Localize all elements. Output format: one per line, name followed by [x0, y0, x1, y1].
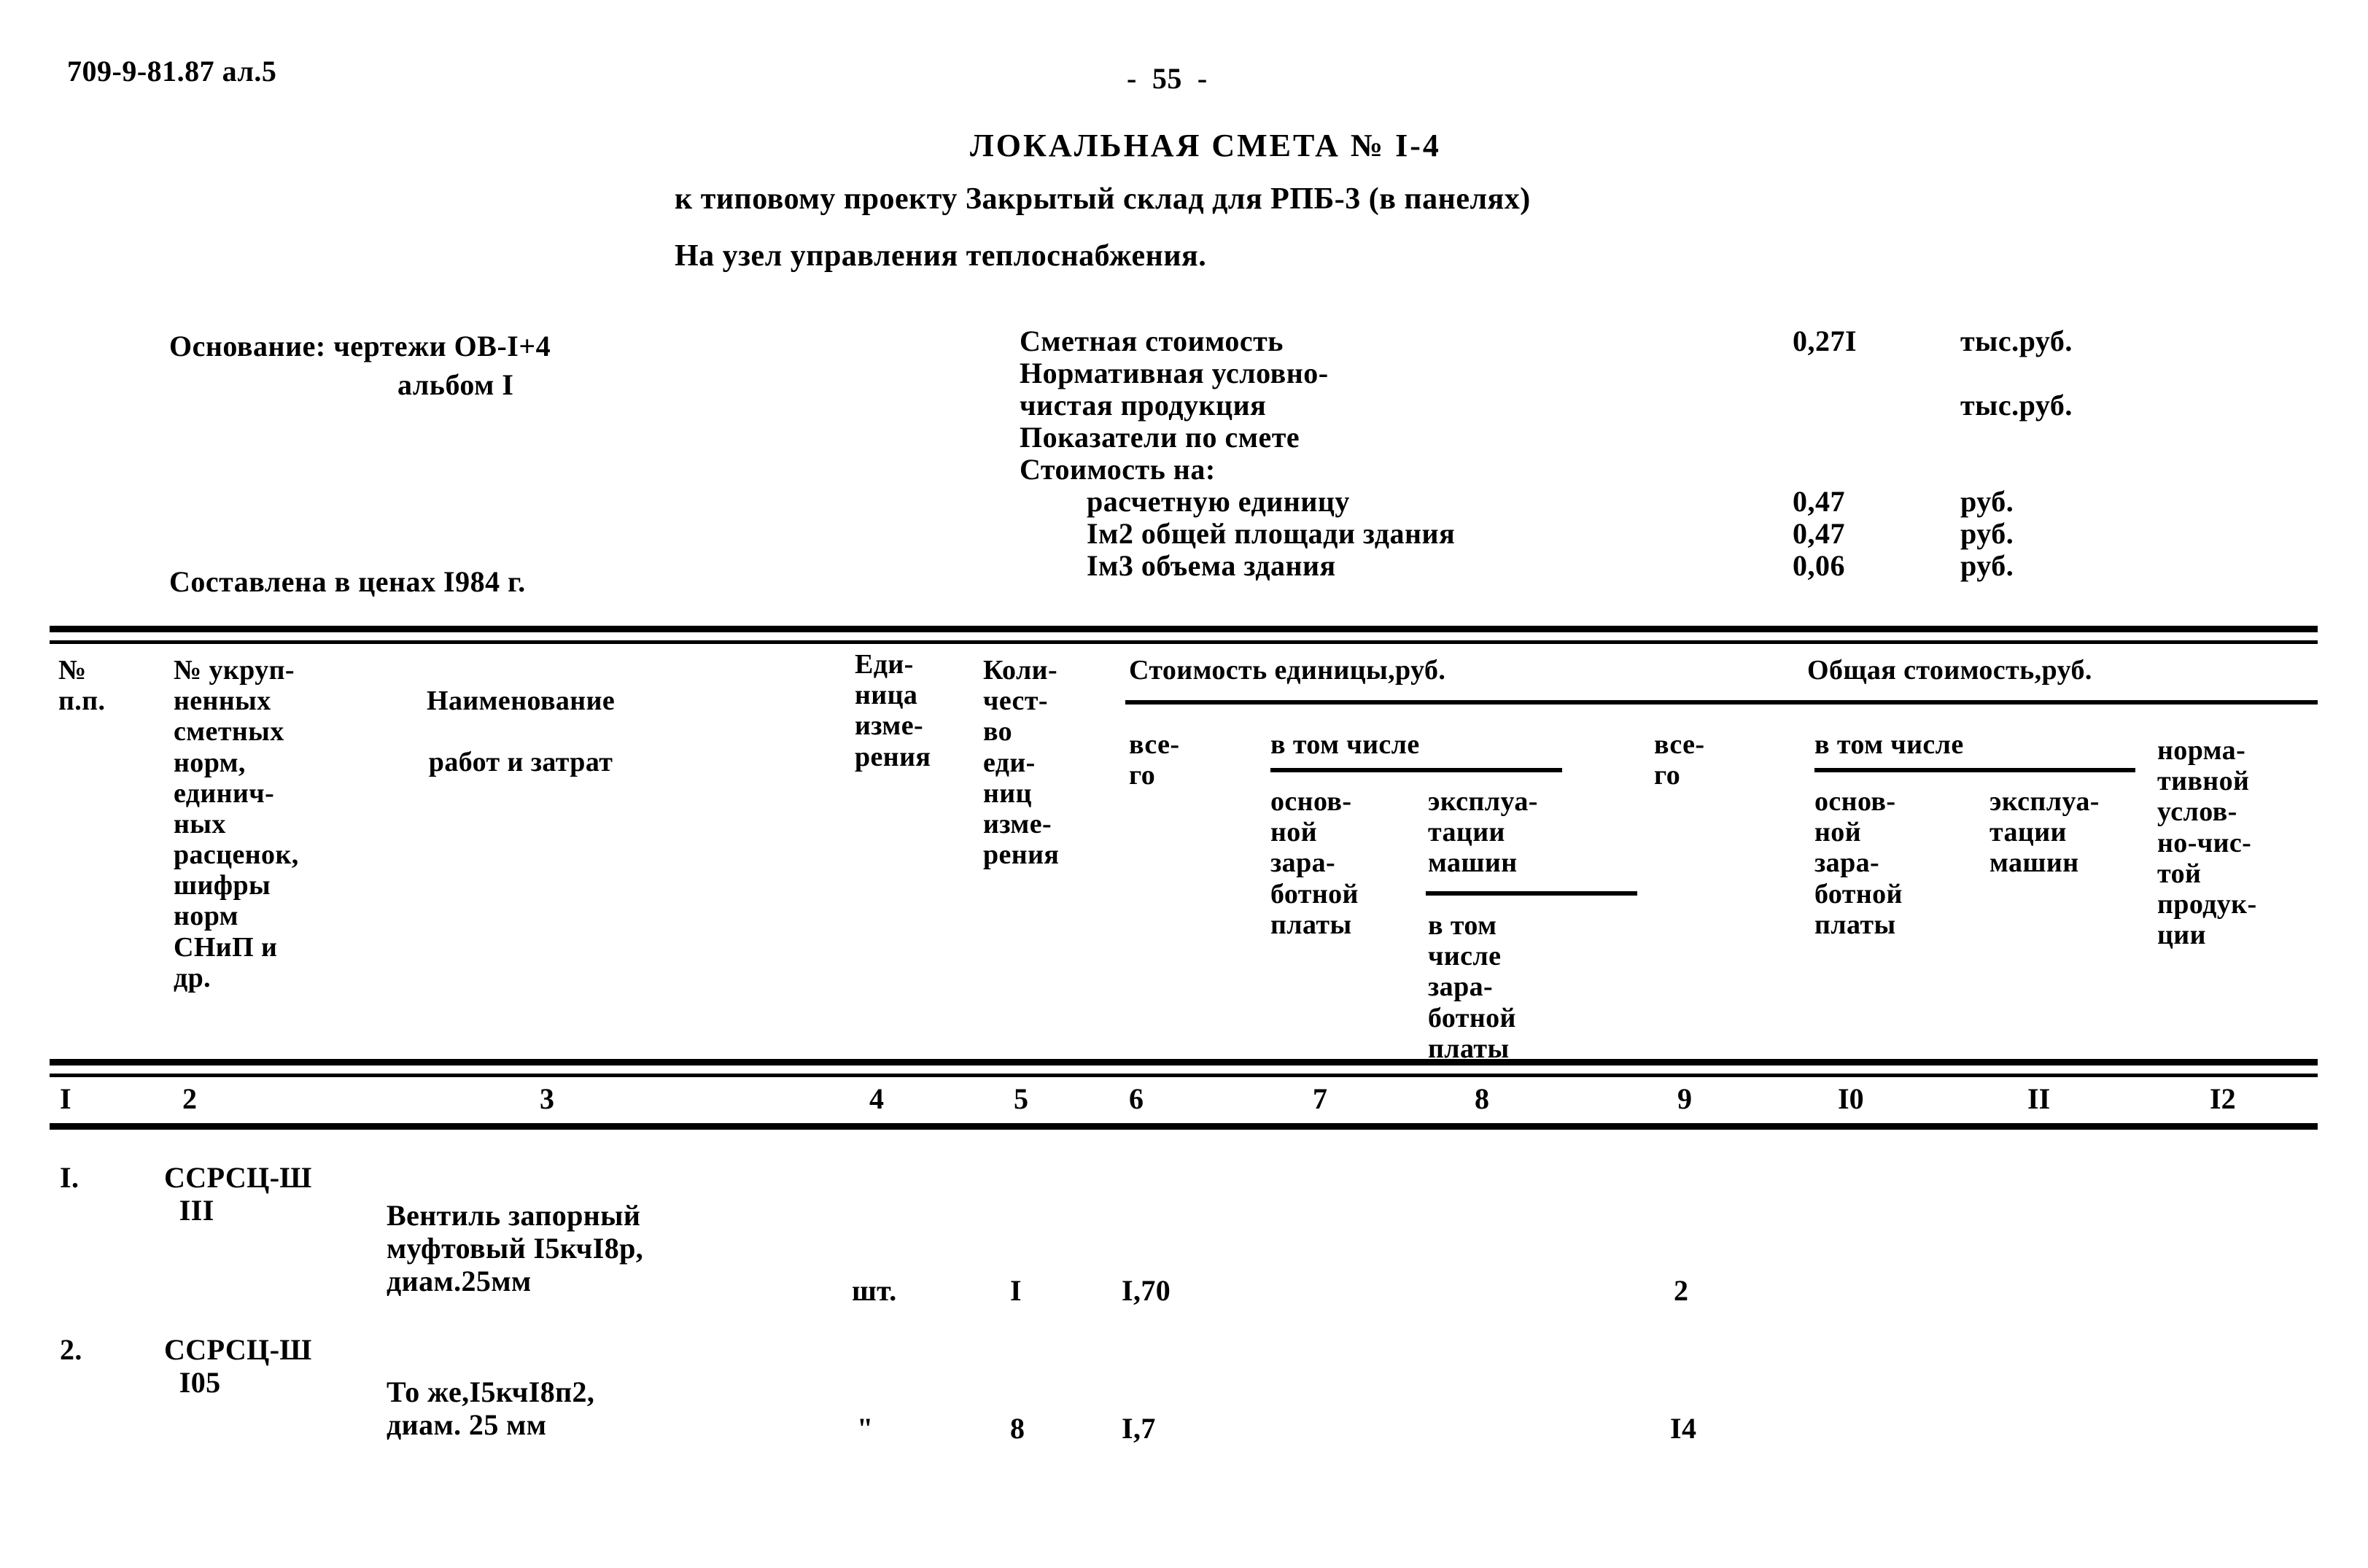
- table-header-bottom-rule: [50, 1059, 2318, 1066]
- summary-value: 0,27I: [1793, 325, 1857, 357]
- header-sub-included-2: в том числе: [1814, 729, 1964, 760]
- table-cell-unit-total: I,7: [1122, 1412, 1156, 1445]
- header-col-3: Наименование работ и затрат: [427, 686, 616, 778]
- table-top-rule-second: [50, 640, 2318, 644]
- header-col-5: Коли- чест- во еди- ниц изме- рения: [983, 655, 1060, 871]
- basis-label: Основание: чертежи ОВ-I+4: [169, 330, 551, 362]
- summary-row: Стоимость на:: [1020, 453, 2332, 487]
- table-cell-no: 2.: [60, 1333, 82, 1366]
- summary-label: Сметная стоимость: [1020, 325, 1284, 357]
- summary-value: 0,47: [1793, 517, 1845, 550]
- summary-block: Сметная стоимость 0,27I тыс.руб. Нормативна…: [1020, 325, 2332, 583]
- header-group-unit-cost: Стоимость единицы,руб.: [1129, 655, 1446, 686]
- column-number: 7: [1313, 1082, 1327, 1115]
- table-cell-quantity: 8: [1010, 1412, 1025, 1445]
- header-col-8-sub: в том числе зара- ботной платы: [1428, 910, 1516, 1064]
- summary-row: чистая продукция тыс.руб.: [1020, 389, 2332, 423]
- table-cell-total: 2: [1674, 1274, 1689, 1307]
- column-number: 2: [182, 1082, 197, 1115]
- basis-album: альбом I: [397, 368, 514, 401]
- header-sub-included-1-underline: [1270, 768, 1562, 772]
- subtitle-project: к типовому проекту Закрытый склад для РП…: [675, 182, 1531, 216]
- document-code: 709-9-81.87 ал.5: [67, 55, 277, 88]
- table-header-bottom-rule-second: [50, 1074, 2318, 1077]
- summary-label: Iм3 объема здания: [1087, 549, 1336, 582]
- summary-value: 0,47: [1793, 485, 1845, 518]
- table-cell-unit: ": [857, 1412, 874, 1445]
- header-group-total-cost: Общая стоимость,руб.: [1807, 655, 2092, 686]
- header-col-6: все- го: [1129, 729, 1180, 791]
- column-number: 6: [1129, 1082, 1144, 1115]
- column-numbers-bottom-rule: [50, 1123, 2318, 1130]
- column-number: I0: [1838, 1082, 1864, 1115]
- table-cell-norm-code: ССРСЦ-Ш I05: [164, 1333, 312, 1400]
- summary-label: Нормативная условно-: [1020, 357, 1329, 389]
- summary-row: Показатели по смете: [1020, 421, 2332, 455]
- table-cell-total: I4: [1670, 1412, 1697, 1445]
- table-cell-norm-code: ССРСЦ-Ш III: [164, 1161, 312, 1227]
- header-col-1: № п.п.: [58, 655, 106, 717]
- summary-label: чистая продукция: [1020, 389, 1267, 422]
- page-title: ЛОКАЛЬНАЯ СМЕТА № I-4: [970, 128, 1441, 163]
- header-col-11: эксплуа- тации машин: [1989, 786, 2100, 879]
- table-cell-description: То же,I5кчI8п2, диам. 25 мм: [387, 1375, 595, 1442]
- header-col-7: основ- ной зара- ботной платы: [1270, 786, 1359, 940]
- summary-label: Стоимость на:: [1020, 453, 1216, 486]
- column-number: 9: [1677, 1082, 1692, 1115]
- header-col-4: Еди- ница изме- рения: [855, 649, 931, 772]
- header-col-12: норма- тивной услов- но-чис- той продук-…: [2157, 735, 2257, 951]
- table-cell-unit-total: I,70: [1122, 1274, 1171, 1307]
- summary-unit: руб.: [1960, 517, 2014, 550]
- summary-row: Нормативная условно-: [1020, 357, 2332, 391]
- column-number: 3: [540, 1082, 554, 1115]
- summary-label: Показатели по смете: [1020, 421, 1300, 454]
- table-cell-quantity: I: [1010, 1274, 1022, 1307]
- summary-label: Iм2 общей площади здания: [1087, 517, 1456, 550]
- page-number: - 55 -: [1127, 62, 1208, 95]
- column-number: 5: [1014, 1082, 1028, 1115]
- summary-unit: тыс.руб.: [1960, 389, 2073, 422]
- header-col-8-underline: [1426, 891, 1637, 896]
- summary-row: расчетную единицу 0,47 руб.: [1020, 485, 2332, 519]
- document-page: 709-9-81.87 ал.5 - 55 - ЛОКАЛЬНАЯ СМЕТА …: [0, 0, 2368, 1568]
- compiled-in-prices: Составлена в ценах I984 г.: [169, 565, 526, 598]
- table-cell-description: Вентиль запорный муфтовый I5кчI8р, диам.…: [387, 1199, 644, 1298]
- summary-unit: руб.: [1960, 485, 2014, 518]
- column-number: 8: [1475, 1082, 1489, 1115]
- header-col-9: все- го: [1654, 729, 1705, 791]
- summary-row: Iм2 общей площади здания 0,47 руб.: [1020, 519, 2332, 551]
- summary-label: расчетную единицу: [1087, 485, 1350, 518]
- table-cell-no: I.: [60, 1161, 79, 1194]
- table-top-rule: [50, 626, 2318, 632]
- header-col-10: основ- ной зара- ботной платы: [1814, 786, 1903, 940]
- header-group-total-cost-underline: [1625, 700, 2318, 705]
- header-col-2: № укруп- ненных сметных норм, единич- ны…: [174, 655, 299, 993]
- subtitle-scope: На узел управления теплоснабжения.: [675, 239, 1207, 273]
- column-number: 4: [869, 1082, 884, 1115]
- header-sub-included-2-underline: [1814, 768, 2135, 772]
- summary-unit: руб.: [1960, 549, 2014, 582]
- header-col-8: эксплуа- тации машин: [1428, 786, 1538, 879]
- column-number: I: [60, 1082, 71, 1115]
- header-sub-included-1: в том числе: [1270, 729, 1420, 760]
- summary-row: Сметная стоимость 0,27I тыс.руб.: [1020, 325, 2332, 359]
- summary-unit: тыс.руб.: [1960, 325, 2073, 357]
- summary-value: 0,06: [1793, 549, 1845, 582]
- column-number: I2: [2210, 1082, 2236, 1115]
- summary-row: Iм3 объема здания 0,06 руб.: [1020, 551, 2332, 583]
- column-number: II: [2027, 1082, 2051, 1115]
- table-cell-unit: шт.: [852, 1274, 897, 1307]
